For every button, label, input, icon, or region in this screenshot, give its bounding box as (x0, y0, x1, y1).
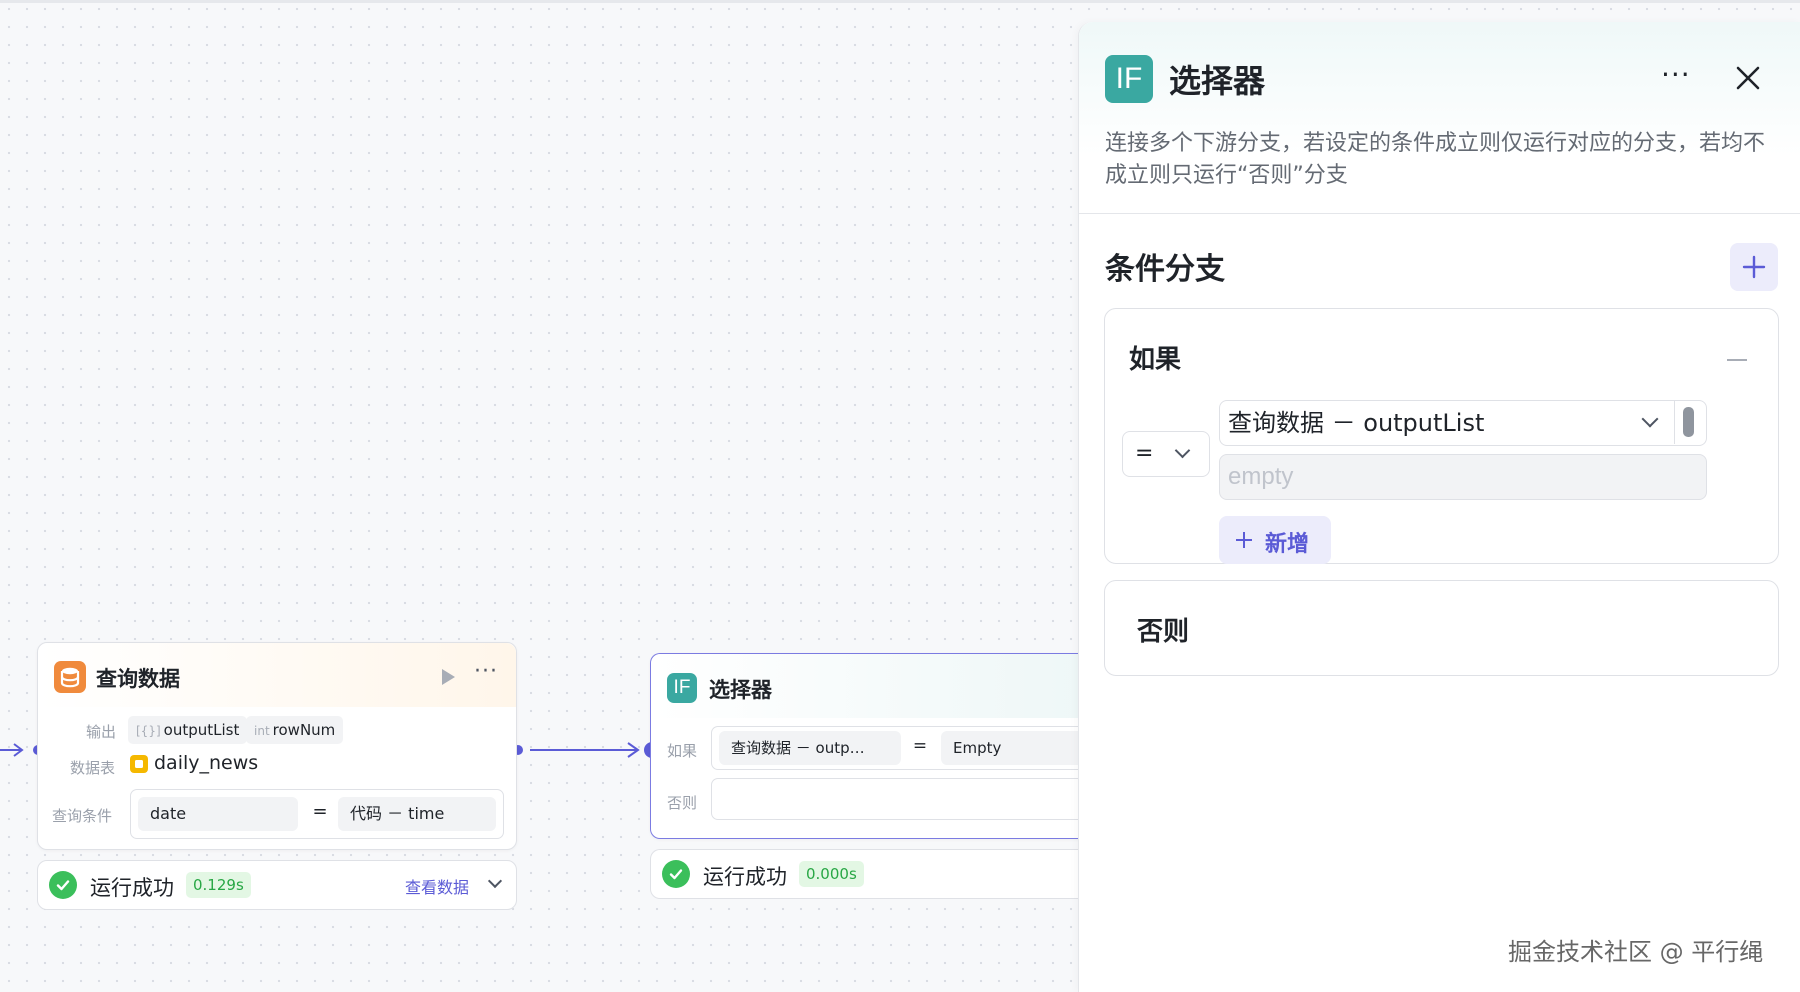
status-time-badge: 0.129s (186, 872, 251, 898)
panel-header: IF 选择器 ··· 连接多个下游分支，若设定的条件成立则仅运行对应的分支，若均… (1079, 22, 1800, 214)
selector-node[interactable]: IF 选择器 如果 查询数据 － outp… = Empty 否则 (650, 653, 1091, 839)
run-node-icon[interactable] (442, 669, 455, 685)
add-condition-button[interactable]: 新增 (1219, 516, 1331, 564)
selector-settings-panel: IF 选择器 ··· 连接多个下游分支，若设定的条件成立则仅运行对应的分支，若均… (1078, 22, 1800, 992)
section-title: 条件分支 (1105, 252, 1225, 287)
condition-label: 查询条件 (52, 807, 113, 825)
selector-if-left[interactable]: 查询数据 － outp… (719, 731, 901, 765)
plus-icon (1236, 532, 1252, 548)
query-data-node[interactable]: 查询数据 ··· 输出 [{}] outputList int rowNum 数据表… (37, 642, 517, 850)
selector-else-label: 否则 (667, 794, 698, 812)
status-time-badge: 0.000s (799, 861, 864, 887)
panel-if-icon: IF (1105, 55, 1153, 103)
status-text: 运行成功 (90, 876, 174, 900)
variable-scrollbar[interactable] (1674, 401, 1704, 444)
database-icon (54, 661, 86, 693)
canvas-top-border (0, 0, 1800, 3)
table-label: 数据表 (70, 759, 116, 777)
condition-field[interactable]: date (138, 797, 298, 831)
success-check-icon (49, 871, 77, 899)
if-branch-label: 如果 (1129, 345, 1182, 375)
table-name: daily_news (154, 752, 259, 774)
if-branch-box: 如果 = 查询数据 － outputList empty 新增 (1104, 308, 1779, 564)
chevron-down-icon[interactable] (487, 873, 503, 889)
add-branch-button[interactable] (1730, 243, 1778, 291)
query-node-title: 查询数据 (96, 667, 180, 691)
condition-operator[interactable]: = (306, 801, 334, 822)
more-options-icon[interactable]: ··· (474, 659, 498, 684)
else-branch-box: 否则 (1104, 580, 1779, 676)
operator-select[interactable]: = (1122, 431, 1210, 477)
condition-value[interactable]: 代码 － time (338, 797, 496, 831)
close-icon[interactable] (1734, 64, 1762, 92)
variable-select[interactable]: 查询数据 － outputList (1219, 400, 1707, 446)
selector-else-row (711, 778, 1091, 820)
collapse-branch-icon[interactable] (1727, 359, 1747, 361)
else-branch-label: 否则 (1137, 617, 1190, 647)
panel-more-icon[interactable]: ··· (1661, 58, 1691, 91)
table-icon (130, 755, 148, 773)
if-icon: IF (667, 673, 697, 703)
output-chip-outputlist: [{}] outputList (128, 716, 248, 744)
selector-if-label: 如果 (667, 742, 698, 760)
selector-if-right[interactable]: Empty (941, 731, 1091, 765)
status-text: 运行成功 (703, 865, 787, 889)
output-label: 输出 (86, 723, 117, 741)
panel-title: 选择器 (1169, 62, 1266, 100)
edge-query-to-selector (513, 742, 660, 758)
query-node-status: 运行成功 0.129s 查看数据 (37, 860, 517, 910)
selector-node-title: 选择器 (709, 678, 772, 702)
value-input[interactable]: empty (1219, 454, 1707, 500)
watermark: 掘金技术社区 @ 平行绳 (1508, 938, 1764, 966)
success-check-icon (662, 860, 690, 888)
output-chip-rownum: int rowNum (246, 716, 344, 744)
view-data-link[interactable]: 查看数据 (405, 874, 469, 898)
panel-description: 连接多个下游分支，若设定的条件成立则仅运行对应的分支，若均不成立则只运行“否则”… (1105, 131, 1766, 188)
selector-if-operator: = (912, 736, 928, 756)
selector-node-status: 运行成功 0.000s (650, 849, 1090, 899)
